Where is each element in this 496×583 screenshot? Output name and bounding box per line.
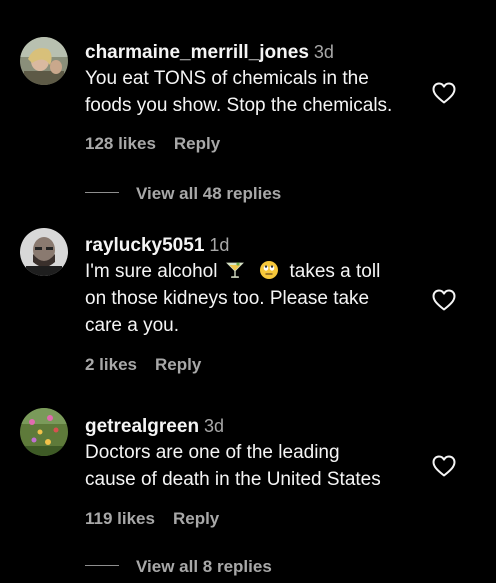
heart-outline-icon[interactable] [432,289,456,311]
comment-time: 3d [313,42,334,62]
reply-button[interactable]: Reply [155,355,201,374]
divider-line [85,192,119,194]
view-replies-label[interactable]: View all 48 replies [136,184,281,203]
comment-text-line: Doctors are one of the leading [85,442,340,463]
username-link[interactable]: charmaine_merrill_jones [85,42,309,63]
avatar[interactable] [20,408,68,456]
username-link[interactable]: getrealgreen [85,416,199,437]
comment-header: charmaine_merrill_jones 3d [85,40,425,65]
username-link[interactable]: raylucky5051 [85,235,204,256]
heart-outline-icon[interactable] [432,455,456,477]
comment-time: 1d [209,235,230,255]
comment-body: raylucky5051 1d I'm sure alcohol takes a t… [85,233,425,375]
comment-text-line: I'm sure alcohol takes a toll [85,258,425,285]
face-with-rolling-eyes-icon [260,261,279,279]
comment-header: getrealgreen 3d [85,414,425,439]
comment-header: raylucky5051 1d [85,233,425,258]
comment-text-line: on those kidneys too. Please take [85,288,370,309]
comment-meta: 2 likes Reply [85,355,425,375]
comment-meta: 119 likes Reply [85,509,425,529]
reply-button[interactable]: Reply [173,509,219,528]
heart-outline-icon[interactable] [432,82,456,104]
comment-body: charmaine_merrill_jones 3d You eat TONS o… [85,40,425,154]
divider-line [85,565,119,567]
likes-count[interactable]: 128 likes [85,134,156,153]
cocktail-glass-icon [226,262,245,278]
view-replies-button[interactable]: View all 8 replies [85,557,272,577]
comment-text: Doctors are one of the leading cause of … [85,439,425,493]
likes-count[interactable]: 119 likes [85,509,155,528]
comment-text: I'm sure alcohol takes a toll on those ki… [85,258,425,339]
avatar[interactable] [20,228,68,276]
comment-text-segment: takes a toll [289,261,381,282]
avatar[interactable] [20,37,68,85]
view-replies-button[interactable]: View all 48 replies [85,184,281,204]
comment-text-segment: I'm sure alcohol [85,261,218,282]
comment-text-line: cause of death in the United States [85,469,381,490]
comment-body: getrealgreen 3d Doctors are one of the le… [85,414,425,529]
comment-text: You eat TONS of chemicals in the foods y… [85,65,425,119]
reply-button[interactable]: Reply [174,134,220,153]
comment-text-line: foods you show. Stop the chemicals. [85,95,393,116]
comment-time: 3d [204,416,225,436]
likes-count[interactable]: 2 likes [85,355,137,374]
view-replies-label[interactable]: View all 8 replies [136,557,272,576]
comment-text-line: You eat TONS of chemicals in the [85,68,369,89]
comment-text-line: care a you. [85,315,179,336]
comments-panel: charmaine_merrill_jones 3d You eat TONS o… [0,0,496,583]
comment-meta: 128 likes Reply [85,134,425,154]
